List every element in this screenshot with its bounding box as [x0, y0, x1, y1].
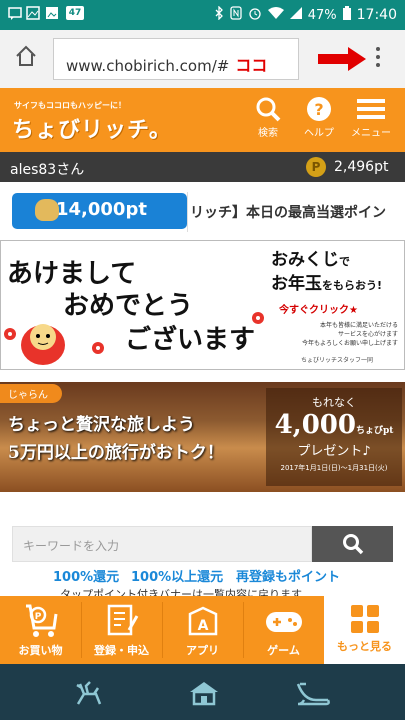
tab-label: 登録・申込	[94, 644, 149, 657]
omikuji-promo: おみくじで お年玉をもらおう!	[271, 249, 382, 297]
link-reregister[interactable]: 再登録もポイント	[236, 566, 340, 585]
tab-label: ゲーム	[267, 644, 300, 657]
menu-button[interactable]: メニュー	[346, 96, 396, 139]
shopping-cart-icon: P	[25, 604, 57, 637]
offer-value: 4,000	[274, 410, 356, 440]
game-controller-icon	[265, 612, 302, 632]
search-icon	[343, 534, 364, 555]
link-100-return[interactable]: 100%還元	[53, 566, 119, 585]
tab-shopping[interactable]: P お買い物	[0, 596, 81, 664]
tab-label: アプリ	[186, 644, 219, 657]
keyword-search-input[interactable]: キーワードを入力	[12, 526, 312, 562]
wifi-icon	[267, 7, 284, 23]
sleigh-recent-icon[interactable]	[296, 680, 330, 710]
browser-address-bar: www.chobirich.com/# ココ	[0, 30, 405, 88]
svg-text:?: ?	[314, 100, 323, 119]
url-field[interactable]: www.chobirich.com/# ココ	[53, 38, 299, 80]
overflow-menu-icon[interactable]	[373, 47, 383, 71]
logo-tagline: サイフもココロもハッピーに！	[14, 101, 126, 110]
help-button[interactable]: ? ヘルプ	[294, 96, 344, 139]
grid-icon	[350, 605, 379, 633]
daruma-doll-icon	[21, 324, 65, 365]
travel-headline-1: ちょっと贅沢な旅しよう	[8, 415, 195, 435]
offer-intro: もれなく	[312, 396, 356, 409]
point-coin-icon: P	[306, 157, 326, 177]
keyword-search-button[interactable]	[312, 526, 393, 562]
travel-banner[interactable]: じゃらん ちょっと贅沢な旅しよう 5万円以上の旅行がおトク！ もれなく 4,00…	[0, 382, 405, 492]
travel-headline-2: 5万円以上の旅行がおトク！	[8, 443, 224, 463]
partial-text: タップポイント付きバナーは一覧内容に戻ります	[60, 588, 302, 596]
clock: 17:40	[356, 7, 397, 23]
tab-app[interactable]: A アプリ	[162, 596, 243, 664]
site-logo[interactable]: ちょびリッチ。	[12, 112, 172, 144]
notification-badge: 47	[66, 6, 84, 20]
bluetooth-icon	[214, 5, 224, 24]
red-arrow-icon	[318, 47, 368, 75]
plum-flower-icon	[92, 342, 104, 354]
banner-fine-print: 本年も皆様に満足いただける サービスを心がけます 今年もよろしくお願い申し上げま…	[286, 321, 398, 348]
menu-label: メニュー	[351, 128, 391, 139]
user-bar: ales83さん P 2,496pt	[0, 152, 405, 182]
tab-label: もっと見る	[337, 640, 392, 653]
tab-more[interactable]: もっと見る	[324, 596, 405, 664]
svg-text:P: P	[34, 612, 41, 622]
help-icon: ?	[307, 97, 331, 121]
tab-register[interactable]: 登録・申込	[81, 596, 162, 664]
battery-percent: 47%	[307, 7, 337, 23]
newyear-banner[interactable]: あけまして おめでとう ございます おみくじで お年玉をもらおう! 今すぐクリッ…	[0, 240, 405, 370]
plum-flower-icon	[252, 312, 264, 324]
balance-value: 14,000pt	[56, 199, 147, 220]
username[interactable]: ales83さん	[10, 159, 84, 179]
travel-offer: もれなく 4,000ちょびpt プレゼント♪ 2017年1月1日(日)〜1月31…	[266, 388, 402, 486]
click-now-label: 今すぐクリック★	[279, 305, 358, 316]
tab-game[interactable]: ゲーム	[243, 596, 324, 664]
gallery-icon	[26, 6, 40, 23]
form-pencil-icon	[107, 604, 138, 636]
greeting-line-2: おめでとう	[63, 291, 194, 321]
money-bag-icon	[35, 199, 59, 221]
app-box-icon: A	[188, 606, 217, 636]
image-icon	[45, 6, 59, 23]
fine-line: サービスを心がけます	[337, 331, 398, 338]
sms-icon	[8, 6, 22, 23]
promo-omikuji: おみくじ	[271, 250, 339, 270]
signal-icon	[289, 7, 302, 23]
home-icon[interactable]	[14, 44, 38, 72]
annotation-text: ココ	[235, 56, 268, 75]
fine-line: 今年もよろしくお願い申し上げます	[301, 340, 398, 347]
staff-signature: ちょびリッチスタッフ一同	[301, 357, 374, 364]
news-ticker[interactable]: リッチ】本日の最高当選ポイン	[190, 198, 405, 224]
greeting-line-3: ございます	[125, 325, 256, 355]
battery-icon	[342, 6, 351, 24]
home-house-icon[interactable]	[188, 680, 220, 710]
promo-otoshidama: お年玉	[271, 274, 322, 294]
search-icon	[256, 97, 281, 122]
plum-flower-icon	[4, 328, 16, 340]
jalan-tag: じゃらん	[0, 384, 62, 403]
offer-present: プレゼント♪	[297, 444, 371, 459]
offer-unit: ちょびpt	[355, 426, 394, 436]
divider	[187, 192, 188, 232]
reindeer-back-icon[interactable]	[74, 680, 104, 710]
status-bar: 47 47% 17:40	[0, 0, 405, 30]
search-label: 検索	[258, 128, 278, 139]
nfc-icon	[230, 6, 242, 24]
tab-label: お買い物	[18, 644, 63, 657]
promo-suffix: で	[339, 255, 350, 268]
hamburger-icon	[357, 99, 385, 119]
url-text: www.chobirich.com/#	[66, 57, 230, 75]
search-button[interactable]: 検索	[243, 96, 293, 139]
svg-text:A: A	[197, 618, 208, 634]
link-100-plus-return[interactable]: 100%以上還元	[131, 566, 223, 585]
offer-period: 2017年1月1日(日)〜1月31日(火)	[280, 464, 388, 472]
help-label: ヘルプ	[304, 128, 334, 139]
promo-suffix-2: をもらおう!	[322, 279, 383, 292]
point-balance[interactable]: 2,496pt	[334, 159, 388, 175]
alarm-icon	[248, 6, 262, 24]
fine-line: 本年も皆様に満足いただける	[319, 322, 398, 329]
